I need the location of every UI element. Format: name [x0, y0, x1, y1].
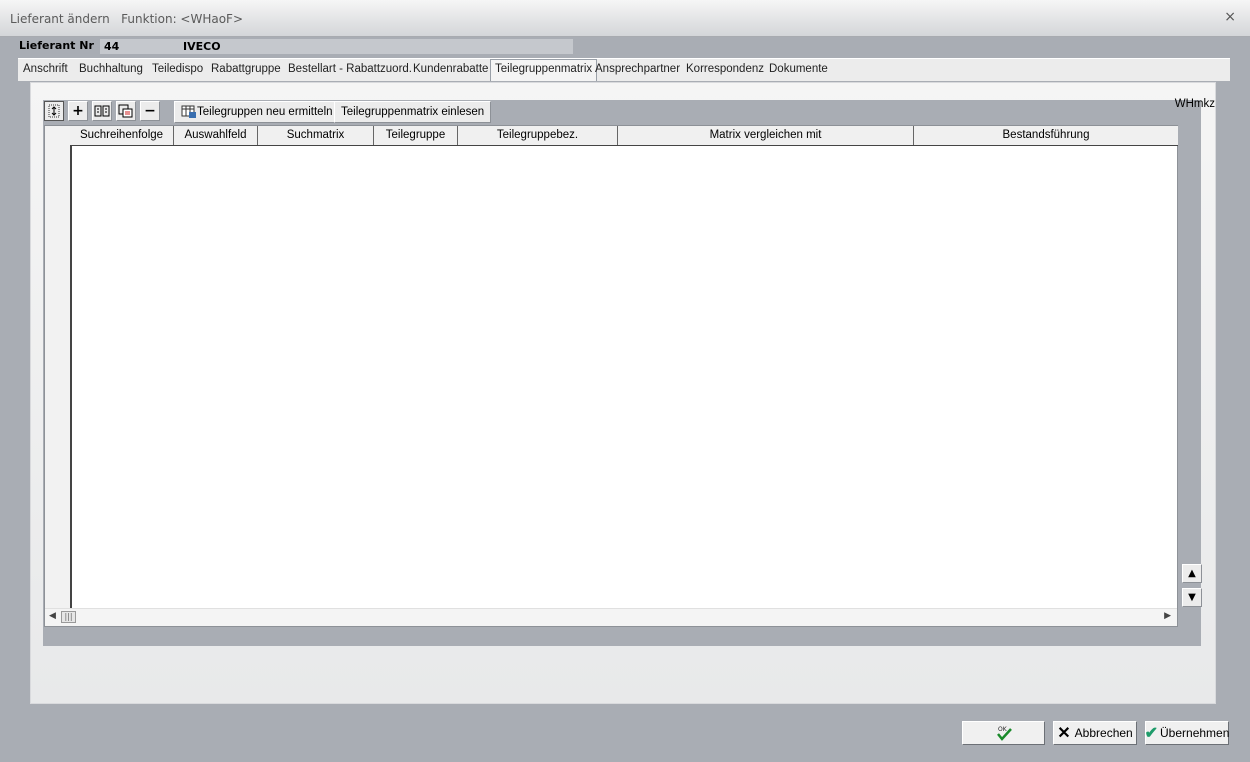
- title-bar: Lieferant ändern Funktion: <WHaoF> ×: [0, 0, 1250, 37]
- tab-kundenrabatte[interactable]: Kundenrabatte: [413, 63, 488, 75]
- apply-label: Übernehmen: [1160, 726, 1230, 740]
- tab-rabattgruppe[interactable]: Rabattgruppe: [211, 63, 281, 75]
- column-header[interactable]: Matrix vergleichen mit: [618, 126, 914, 145]
- teilegruppen-neu-ermitteln-button[interactable]: Teilegruppen neu ermitteln: [174, 101, 340, 123]
- svg-text:OK: OK: [998, 726, 1008, 733]
- supplier-number-label: Lieferant Nr: [19, 39, 94, 52]
- tab-ansprechpartner[interactable]: Ansprechpartner: [595, 63, 680, 75]
- refresh-icon[interactable]: [44, 101, 64, 121]
- dialog-body: Lieferant Nr 44 IVECO Anschrift Buchhalt…: [18, 37, 1232, 705]
- tab-buchhaltung[interactable]: Buchhaltung: [79, 63, 143, 75]
- cancel-label: Abbrechen: [1074, 726, 1133, 740]
- tab-bar: Anschrift Buchhaltung Teiledispo Rabattg…: [18, 58, 1230, 81]
- tab-bestellart[interactable]: Bestellart - Rabattzuord.: [288, 63, 412, 75]
- tab-panel: + − Teilegruppen neu ermitteln Teilegrup…: [30, 82, 1216, 704]
- column-header[interactable]: Suchmatrix: [258, 126, 374, 145]
- window-title: Lieferant ändern Funktion: <WHaoF>: [10, 12, 243, 26]
- column-header[interactable]: Suchreihenfolge: [70, 126, 174, 145]
- remove-row-button[interactable]: −: [140, 101, 160, 121]
- tab-korrespondenz[interactable]: Korrespondenz: [686, 63, 764, 75]
- teilegruppenmatrix-table: Suchreihenfolge Auswahlfeld Suchmatrix T…: [44, 125, 1178, 627]
- ermitteln-label: Teilegruppen neu ermitteln: [197, 106, 333, 118]
- horizontal-scrollbar[interactable]: ◀ ||| ▶: [45, 608, 1177, 626]
- column-header[interactable]: Teilegruppebez.: [458, 126, 618, 145]
- move-row-icon[interactable]: [92, 101, 112, 121]
- scroll-thumb[interactable]: |||: [61, 611, 76, 623]
- scroll-left-icon[interactable]: ◀: [49, 611, 56, 621]
- table-icon: [181, 105, 196, 118]
- supplier-header: Lieferant Nr 44 IVECO: [18, 37, 618, 55]
- teilegruppenmatrix-einlesen-button[interactable]: Teilegruppenmatrix einlesen: [334, 101, 492, 123]
- whmkz-label: WHmkz: [1174, 98, 1215, 110]
- close-icon[interactable]: ×: [1224, 9, 1236, 25]
- column-header[interactable]: Auswahlfeld: [174, 126, 258, 145]
- add-row-button[interactable]: +: [68, 101, 88, 121]
- function-label: Funktion: <WHaoF>: [121, 12, 244, 26]
- ok-check-icon: OK: [996, 726, 1012, 741]
- table-header: Suchreihenfolge Auswahlfeld Suchmatrix T…: [70, 126, 1178, 146]
- cancel-button[interactable]: ✕ Abbrechen: [1053, 721, 1137, 745]
- column-header[interactable]: Bestandsführung: [914, 126, 1178, 145]
- tab-teilegruppenmatrix[interactable]: Teilegruppenmatrix: [490, 59, 598, 81]
- move-up-icon[interactable]: ▲: [1182, 564, 1202, 583]
- scroll-right-icon[interactable]: ▶: [1164, 611, 1171, 621]
- apply-button[interactable]: ✔ Übernehmen: [1145, 721, 1229, 745]
- grid-area: + − Teilegruppen neu ermitteln Teilegrup…: [43, 98, 1215, 646]
- tab-anschrift[interactable]: Anschrift: [23, 63, 68, 75]
- apply-check-icon: ✔: [1144, 725, 1159, 742]
- copy-row-icon[interactable]: [116, 101, 136, 121]
- tab-teiledispo[interactable]: Teiledispo: [152, 63, 203, 75]
- row-header-column: [45, 126, 72, 608]
- move-down-icon[interactable]: ▼: [1182, 588, 1202, 607]
- supplier-name-field: IVECO: [179, 39, 573, 54]
- cancel-x-icon: ✕: [1057, 725, 1071, 742]
- window-title-text: Lieferant ändern: [10, 12, 110, 26]
- column-header[interactable]: Teilegruppe: [374, 126, 458, 145]
- ok-button[interactable]: OK: [962, 721, 1045, 745]
- tab-dokumente[interactable]: Dokumente: [769, 63, 828, 75]
